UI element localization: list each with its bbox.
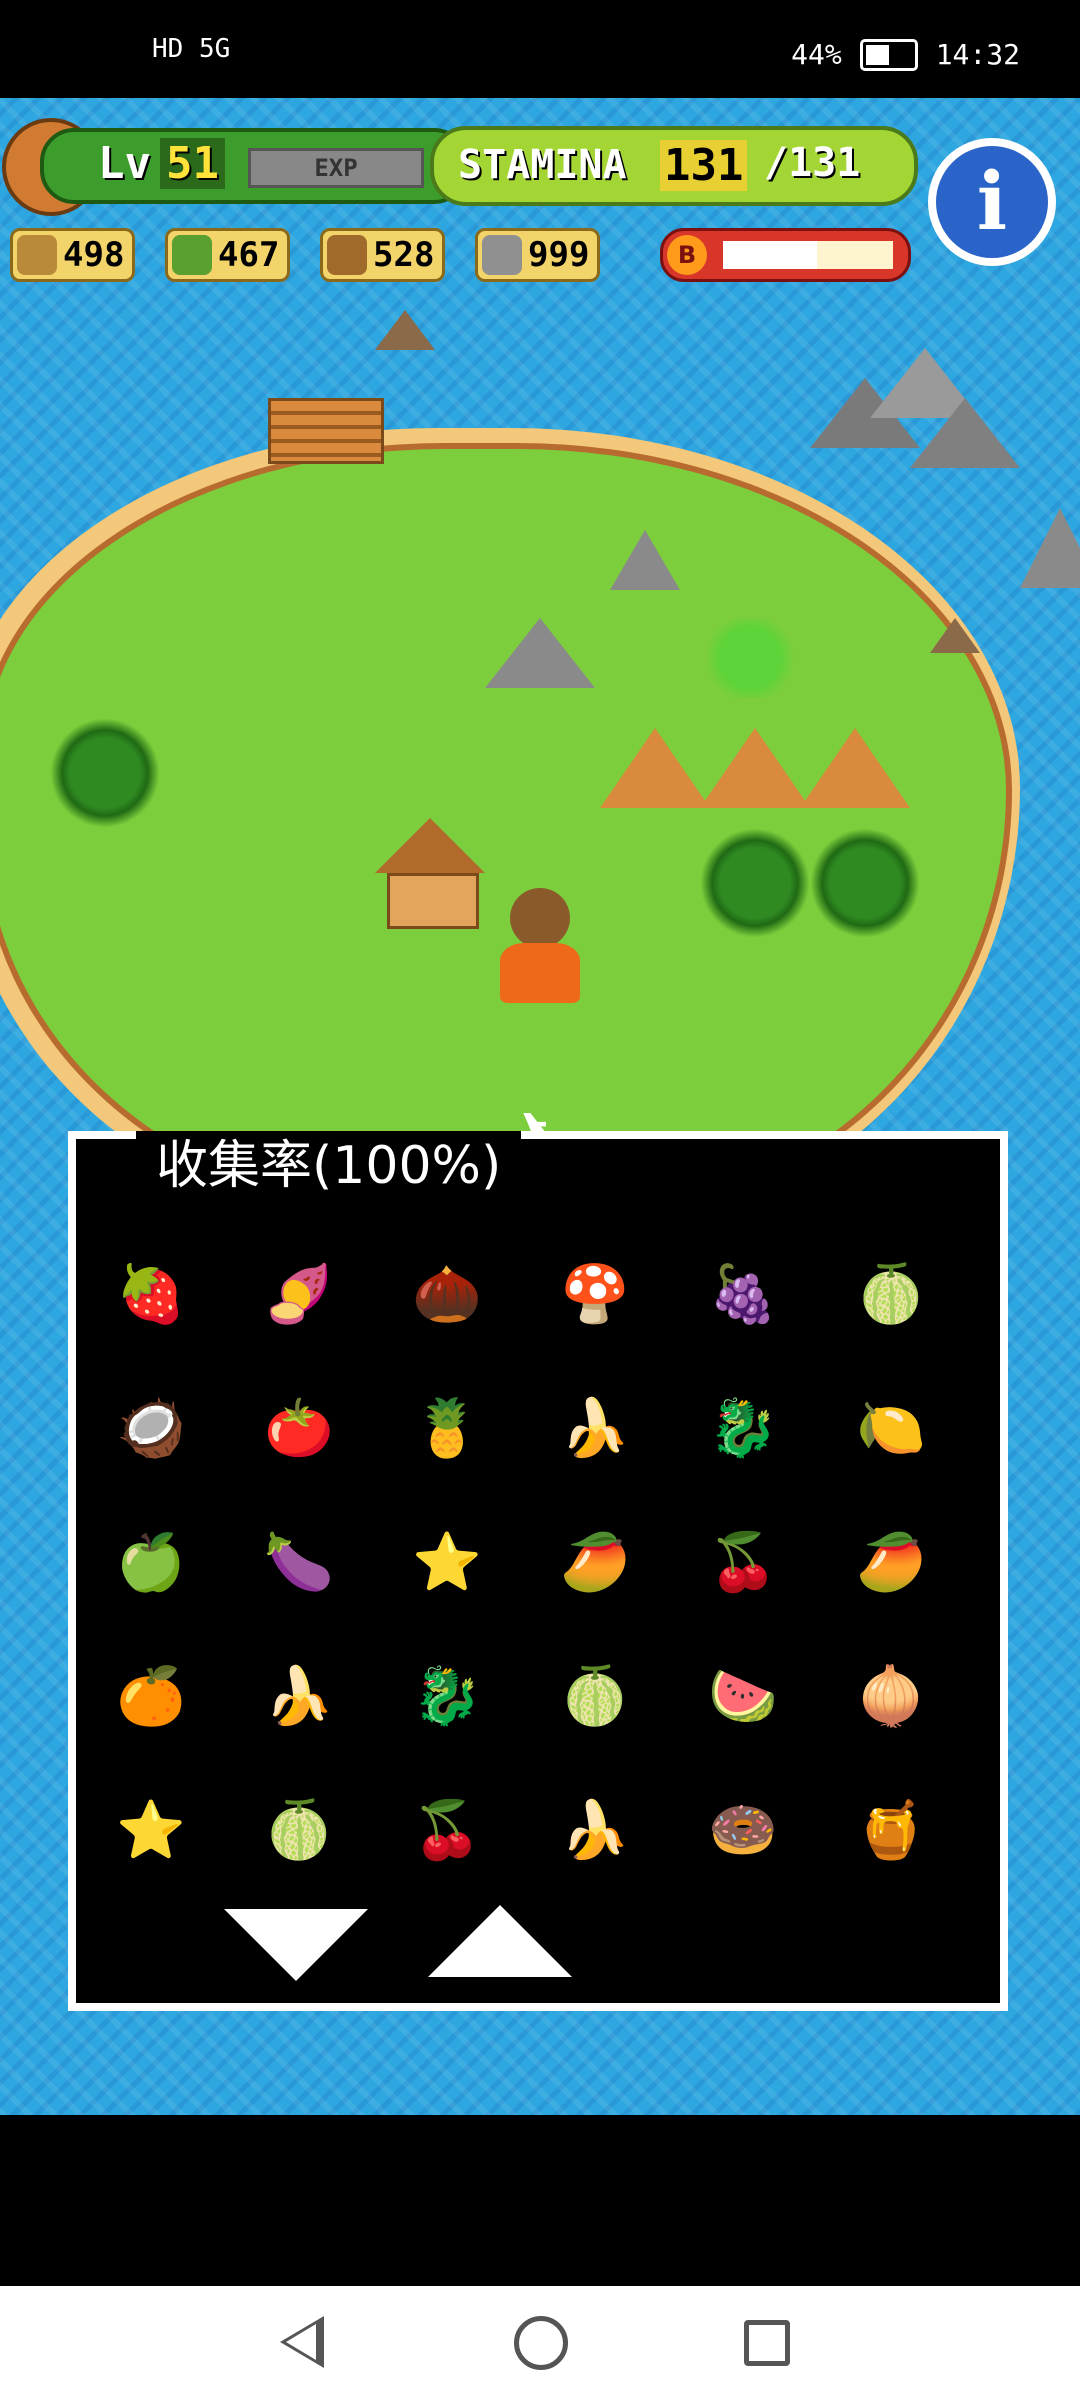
collection-item[interactable]: 🥭: [550, 1517, 640, 1607]
stamina-current: 131: [660, 140, 748, 191]
grass-plant[interactable]: [700, 618, 800, 698]
back-icon[interactable]: [280, 2316, 324, 2368]
collection-item[interactable]: 🐉: [698, 1383, 788, 1473]
stone-icon: [482, 235, 522, 275]
sea-rock[interactable]: [930, 618, 980, 653]
collection-item[interactable]: ⭐: [402, 1517, 492, 1607]
resource-counter: 528: [320, 228, 446, 282]
resource-counter: 999: [475, 228, 601, 282]
collection-item[interactable]: 🧅: [846, 1651, 936, 1741]
collection-item[interactable]: 🍌: [254, 1651, 344, 1741]
collection-panel: 收集率(100%) 🍓 🍠 🌰 🍄 🍇 🍈 🥥 🍅 🍍 🍌 🐉 🍋 🍏 🍆 ⭐ 🥭 🍒 🥭 🍊 🍌 🐉 🍈 🍉 🧅 ⭐ 🍈 🍒 🍌 🍩 🍯: [68, 1131, 1008, 2011]
level-value: 51: [160, 138, 225, 189]
battery-icon: [859, 38, 918, 71]
resource-value: 528: [373, 235, 435, 275]
hut[interactable]: [375, 818, 485, 929]
wooden-dock[interactable]: [268, 398, 384, 464]
collection-item[interactable]: ⭐: [106, 1785, 196, 1875]
collection-item[interactable]: 🍌: [550, 1383, 640, 1473]
player-character[interactable]: [490, 888, 590, 1008]
collection-item[interactable]: 🍉: [698, 1651, 788, 1741]
collection-item[interactable]: 🍆: [254, 1517, 344, 1607]
resource-value: 999: [528, 235, 590, 275]
collection-item[interactable]: 🥥: [106, 1383, 196, 1473]
boost-bar: [723, 241, 893, 269]
info-button[interactable]: i: [928, 138, 1056, 266]
boost-meter[interactable]: B: [660, 228, 911, 282]
bush[interactable]: [50, 718, 160, 828]
clock: 14:32: [935, 38, 1020, 71]
page-up-arrow-icon[interactable]: [428, 1905, 572, 1977]
boulder[interactable]: [485, 618, 595, 688]
collection-item[interactable]: 🍈: [846, 1249, 936, 1339]
collection-item[interactable]: 🍒: [698, 1517, 788, 1607]
sea-rock[interactable]: [1020, 508, 1080, 588]
collection-item[interactable]: 🍓: [106, 1249, 196, 1339]
stamina-max: /131: [764, 140, 861, 186]
page-down-arrow-icon[interactable]: [224, 1909, 368, 1981]
status-bar: HD 5G 44% 14:32: [0, 0, 1080, 98]
collection-item[interactable]: 🍇: [698, 1249, 788, 1339]
stamina-label: STAMINA: [458, 142, 627, 188]
collection-item[interactable]: 🍏: [106, 1517, 196, 1607]
boost-icon: B: [667, 235, 707, 275]
resource-value: 467: [218, 235, 280, 275]
collection-item[interactable]: 🍍: [402, 1383, 492, 1473]
collection-item[interactable]: 🍄: [550, 1249, 640, 1339]
letterbox: [0, 2115, 1080, 2286]
nut-icon: [327, 235, 367, 275]
collection-item[interactable]: 🍯: [846, 1785, 936, 1875]
bush[interactable]: [810, 828, 920, 938]
collection-item[interactable]: 🌰: [402, 1249, 492, 1339]
collection-item[interactable]: 🍈: [550, 1651, 640, 1741]
exp-bar: EXP: [248, 148, 424, 188]
battery-percent: 44%: [791, 38, 842, 71]
dirt-mounds[interactable]: [600, 728, 920, 808]
collection-item[interactable]: 🍩: [698, 1785, 788, 1875]
collection-item[interactable]: 🍋: [846, 1383, 936, 1473]
collection-item[interactable]: 🍠: [254, 1249, 344, 1339]
rock[interactable]: [610, 530, 680, 590]
status-right: 44% 14:32: [791, 38, 1020, 71]
leaf-icon: [172, 235, 212, 275]
collection-item[interactable]: 🍈: [254, 1785, 344, 1875]
collection-item[interactable]: 🍒: [402, 1785, 492, 1875]
collection-item[interactable]: 🐉: [402, 1651, 492, 1741]
resource-value: 498: [63, 235, 125, 275]
network-indicator: HD 5G: [152, 34, 231, 64]
collection-rate-title: 收集率(100%): [136, 1131, 522, 1201]
navigation-bar: [0, 2286, 1080, 2400]
collection-item[interactable]: 🍊: [106, 1651, 196, 1741]
collection-item[interactable]: 🥭: [846, 1517, 936, 1607]
rock-cluster[interactable]: [810, 308, 1020, 508]
recents-icon[interactable]: [744, 2320, 790, 2366]
resource-counter: 498: [10, 228, 136, 282]
home-icon[interactable]: [514, 2316, 568, 2370]
small-rock[interactable]: [375, 310, 435, 350]
collection-item[interactable]: 🍌: [550, 1785, 640, 1875]
branch-icon: [17, 235, 57, 275]
collection-item[interactable]: 🍅: [254, 1383, 344, 1473]
resource-counter: 467: [165, 228, 291, 282]
bush[interactable]: [700, 828, 810, 938]
level-label: Lv: [98, 138, 151, 189]
